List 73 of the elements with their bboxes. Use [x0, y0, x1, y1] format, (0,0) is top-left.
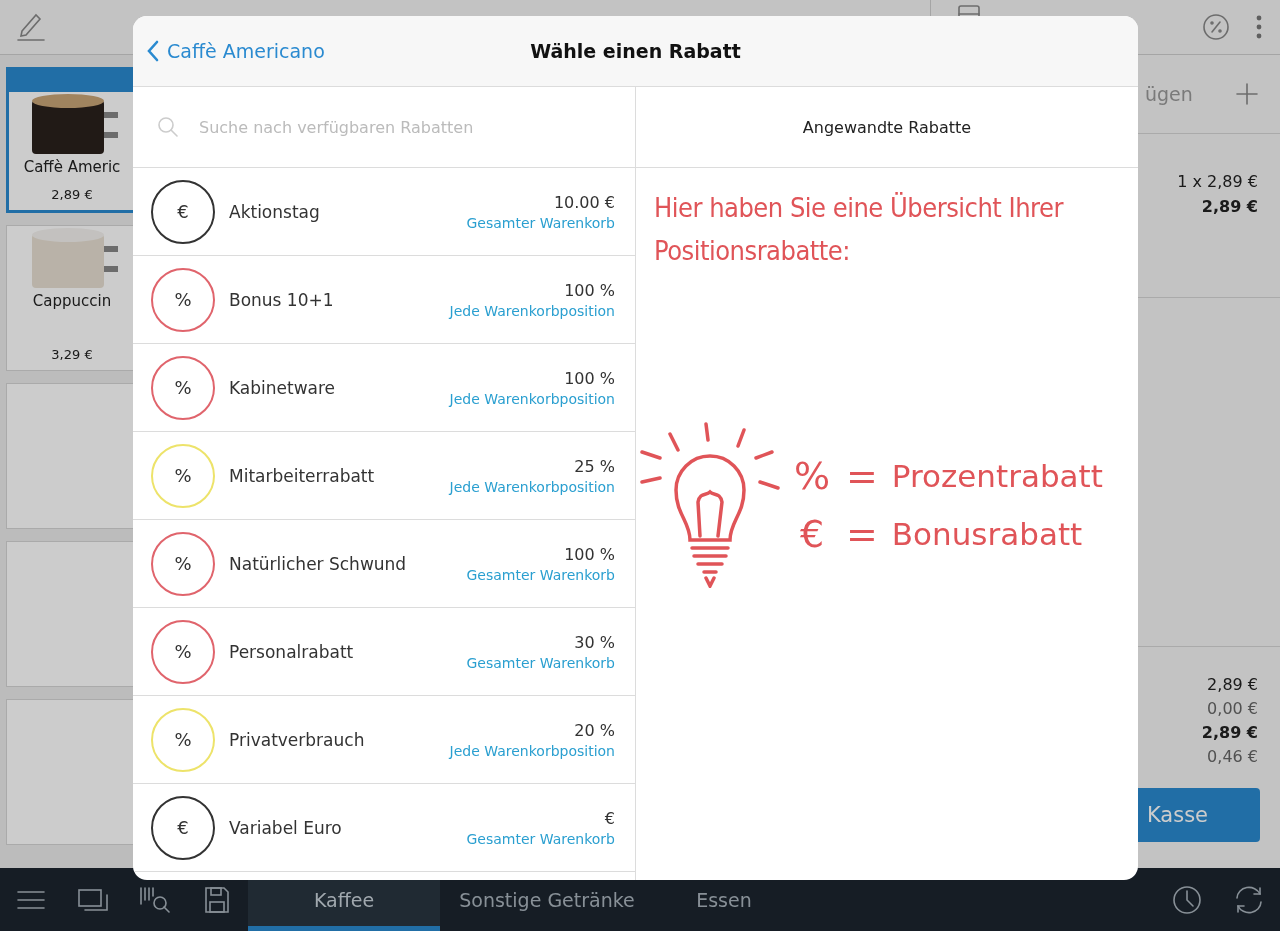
discount-scope: Jede Warenkorbposition	[449, 302, 615, 319]
barcode-search-icon[interactable]	[139, 885, 171, 914]
discount-row[interactable]: % Natürlicher Schwund 100 % Gesamter Warenkorb	[133, 520, 635, 608]
sync-icon[interactable]	[1233, 884, 1265, 915]
discount-row[interactable]: € Variabel Euro € Gesamter Warenkorb	[133, 784, 635, 872]
discount-amount: 30 %	[574, 632, 615, 652]
lightbulb-icon	[640, 422, 782, 589]
discount-row[interactable]: % Mitarbeiterrabatt 25 % Jede Warenkorbposition	[133, 432, 635, 520]
legend-label: Prozentrabatt	[891, 458, 1103, 495]
discount-amount: 100 %	[564, 368, 615, 388]
product-name: Cappuccin	[32, 292, 112, 310]
legend-symbol: %	[792, 454, 832, 499]
discount-name: Variabel Euro	[229, 817, 342, 838]
discount-name: Personalrabatt	[229, 641, 354, 662]
discount-scope: Jede Warenkorbposition	[449, 478, 615, 495]
discount-type-badge: €	[151, 179, 215, 244]
discount-scope: Jede Warenkorbposition	[449, 742, 615, 759]
more-icon[interactable]	[1256, 15, 1262, 39]
discount-row[interactable]: % Kabinetware 100 % Jede Warenkorbposition	[133, 344, 635, 432]
discount-name: Bonus 10+1	[229, 289, 334, 310]
discount-scope: Gesamter Warenkorb	[466, 566, 615, 583]
discount-amount: 25 %	[574, 456, 615, 476]
product-price: 3,29 €	[51, 347, 93, 362]
add-label: ügen	[1145, 83, 1193, 105]
legend-symbol: €	[798, 512, 826, 557]
discount-type-badge: %	[151, 707, 215, 772]
total-value: 0,00 €	[1207, 699, 1258, 718]
discount-amount: 100 %	[564, 544, 615, 564]
discount-name: Mitarbeiterrabatt	[229, 465, 375, 486]
item-total: 2,89 €	[1201, 197, 1258, 216]
hint-text: Hier haben Sie eine Übersicht Ihrer Positionsrabatte:	[654, 191, 1065, 269]
discount-type-badge: %	[151, 443, 215, 508]
applied-header: Angewandte Rabatte	[802, 117, 972, 137]
menu-icon[interactable]	[17, 889, 45, 910]
total-value: 2,89 €	[1201, 723, 1258, 742]
discount-amount: 100 %	[564, 280, 615, 300]
discount-name: Aktionstag	[229, 201, 320, 222]
category-tab[interactable]: Essen	[654, 868, 794, 931]
discount-scope: Gesamter Warenkorb	[466, 654, 615, 671]
discount-scope: Gesamter Warenkorb	[466, 214, 615, 231]
equals-sign: =	[846, 512, 878, 557]
discount-type-badge: €	[151, 795, 215, 860]
screens-icon[interactable]	[78, 887, 108, 912]
discount-name: Natürlicher Schwund	[229, 553, 407, 574]
equals-sign: =	[846, 454, 878, 499]
discount-amount: €	[604, 808, 615, 828]
discount-type-badge: %	[151, 355, 215, 420]
product-name: Caffè Americ	[23, 158, 121, 176]
discount-amount: 20 %	[574, 720, 615, 740]
discount-scope: Jede Warenkorbposition	[449, 390, 615, 407]
discount-row[interactable]: % Personalrabatt 30 % Gesamter Warenkorb	[133, 608, 635, 696]
save-icon[interactable]	[204, 885, 230, 914]
discount-type-badge: %	[151, 619, 215, 684]
discount-type-badge: %	[151, 531, 215, 596]
discount-scope: Gesamter Warenkorb	[466, 830, 615, 847]
chevron-left-icon	[147, 40, 159, 62]
back-button[interactable]: Caffè Americano	[147, 40, 325, 62]
plus-icon[interactable]	[1236, 83, 1258, 105]
legend-label: Bonusrabatt	[891, 516, 1083, 553]
discount-name: Privatverbrauch	[229, 729, 365, 750]
discount-type-badge: %	[151, 267, 215, 332]
discount-name: Kabinetware	[229, 377, 336, 398]
discount-row[interactable]: € Aktionstag 10.00 € Gesamter Warenkorb	[133, 168, 635, 256]
percent-icon[interactable]	[1202, 13, 1230, 41]
total-value: 0,46 €	[1207, 747, 1258, 766]
discount-row[interactable]: % Privatverbrauch 20 % Jede Warenkorbposition	[133, 696, 635, 784]
discount-amount: 10.00 €	[553, 192, 615, 212]
dialog-title: Wähle einen Rabatt	[530, 40, 741, 62]
product-price: 2,89 €	[51, 187, 93, 202]
clock-icon[interactable]	[1172, 884, 1202, 915]
discount-row[interactable]: % Bonus 10+1 100 % Jede Warenkorbposition	[133, 256, 635, 344]
quantity-price: 1 x 2,89 €	[1177, 172, 1258, 191]
total-value: 2,89 €	[1207, 675, 1258, 694]
